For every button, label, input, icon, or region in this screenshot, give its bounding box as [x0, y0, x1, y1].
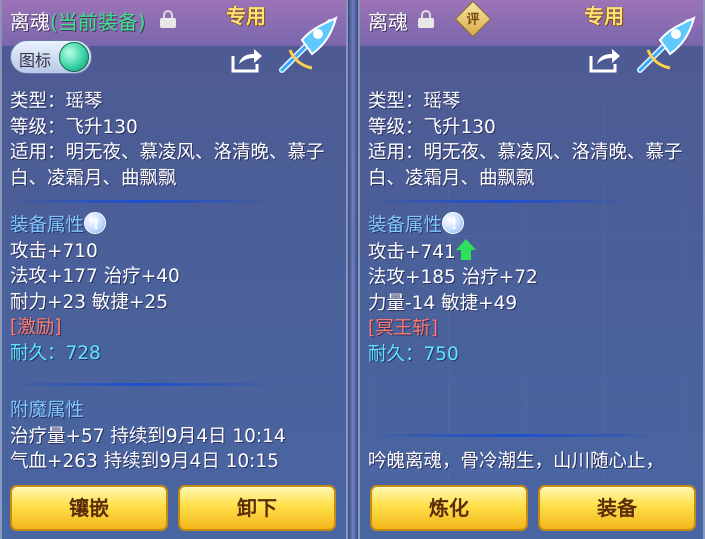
item-title: 离魂(当前装备)	[10, 6, 146, 35]
durability: 耐久：750	[368, 343, 459, 365]
exclusive-label: 专用	[584, 4, 624, 28]
stat-attack: 攻击+710	[10, 240, 98, 262]
item-name: 离魂	[368, 10, 408, 34]
refine-button[interactable]: 炼化	[370, 485, 528, 531]
special-skill: [激励]	[10, 317, 62, 338]
separator	[22, 383, 262, 386]
lock-open-icon[interactable]	[418, 10, 434, 28]
stat-attack: 攻击+741	[368, 238, 538, 266]
rate-label: 评	[466, 12, 480, 28]
equip-stats: 装备属性 攻击+710 法攻+177 治疗+40 耐力+23 敏捷+25 [激励…	[10, 212, 180, 366]
icon-toggle-label: 图标	[19, 51, 52, 70]
flavor-text-block: 吟魄离魂，骨冷潮生，山川随心止，	[368, 449, 664, 475]
separator	[380, 434, 650, 437]
stat-attack-value: 攻击+741	[368, 241, 456, 263]
enchant-stats: 附魔属性 治疗量+57 持续到9月4日 10:14 气血+263 持续到9月4日…	[10, 398, 286, 475]
item-applicable: 适用：明无夜、慕凌风、洛清晚、慕子白、凌霜月、曲飘飘	[368, 142, 683, 189]
share-icon[interactable]	[588, 46, 622, 74]
info-icon[interactable]	[442, 212, 465, 235]
separator	[380, 200, 620, 203]
item-applicable: 适用：明无夜、慕凌风、洛清晚、慕子白、凌霜月、曲飘飘	[10, 142, 325, 189]
stat-magic-heal: 法攻+185 治疗+72	[368, 267, 538, 288]
enchant-heading: 附魔属性	[10, 400, 85, 421]
zither-weapon-icon	[637, 16, 696, 73]
durability: 耐久：728	[10, 342, 101, 364]
enchant-hp: 气血+263 持续到9月4日 10:15	[10, 451, 279, 472]
unequip-button[interactable]: 卸下	[178, 485, 336, 531]
item-type: 类型：瑶琴	[368, 91, 461, 112]
item-attributes: 类型：瑶琴 等级：飞升130 适用：明无夜、慕凌风、洛清晚、慕子白、凌霜月、曲飘…	[10, 89, 340, 191]
stat-magic-heal: 法攻+177 治疗+40	[10, 266, 180, 287]
stat-stamina-agility: 耐力+23 敏捷+25	[10, 291, 168, 313]
current-equip-tag: (当前装备)	[50, 10, 146, 34]
inlay-button[interactable]: 镶嵌	[10, 485, 168, 531]
exclusive-label: 专用	[226, 4, 266, 28]
up-arrow-icon	[455, 238, 476, 261]
compare-equipment-panel: 离魂 评 专用 类型：瑶琴 等级：飞升130 适用：明无夜、慕凌风、洛清晚、慕子…	[358, 0, 705, 539]
item-type: 类型：瑶琴	[10, 91, 103, 112]
share-icon[interactable]	[230, 46, 264, 74]
flavor-text: 吟魄离魂，骨冷潮生，山川随心止，	[368, 451, 665, 472]
special-skill: [冥王斩]	[368, 318, 438, 339]
separator	[22, 200, 262, 203]
panel-divider	[348, 0, 358, 539]
item-attributes: 类型：瑶琴 等级：飞升130 适用：明无夜、慕凌风、洛清晚、慕子白、凌霜月、曲飘…	[368, 89, 698, 191]
icon-toggle[interactable]: 图标	[10, 40, 92, 74]
enchant-heal: 治疗量+57 持续到9月4日 10:14	[10, 425, 286, 447]
equip-stats: 装备属性 攻击+741 法攻+185 治疗+72 力量-14 敏捷+49 [冥王…	[368, 212, 538, 367]
item-name: 离魂	[10, 10, 50, 34]
item-level: 等级：飞升130	[10, 116, 138, 138]
equip-attr-heading-text: 装备属性	[368, 215, 443, 236]
current-equipment-panel: 离魂(当前装备) 专用 图标 类型：瑶琴 等级：飞升130 适用：明无夜、慕凌风…	[0, 0, 348, 539]
equip-attr-heading-text: 装备属性	[10, 215, 85, 236]
info-icon[interactable]	[84, 212, 107, 235]
item-title: 离魂	[368, 6, 408, 35]
equip-button[interactable]: 装备	[538, 485, 696, 531]
zither-weapon-icon	[279, 16, 338, 73]
stat-strength-agility: 力量-14 敏捷+49	[368, 292, 518, 314]
item-level: 等级：飞升130	[368, 116, 496, 138]
toggle-knob	[59, 42, 89, 72]
lock-open-icon[interactable]	[160, 10, 176, 28]
equip-attr-heading: 装备属性	[368, 212, 538, 239]
equip-attr-heading: 装备属性	[10, 212, 180, 239]
